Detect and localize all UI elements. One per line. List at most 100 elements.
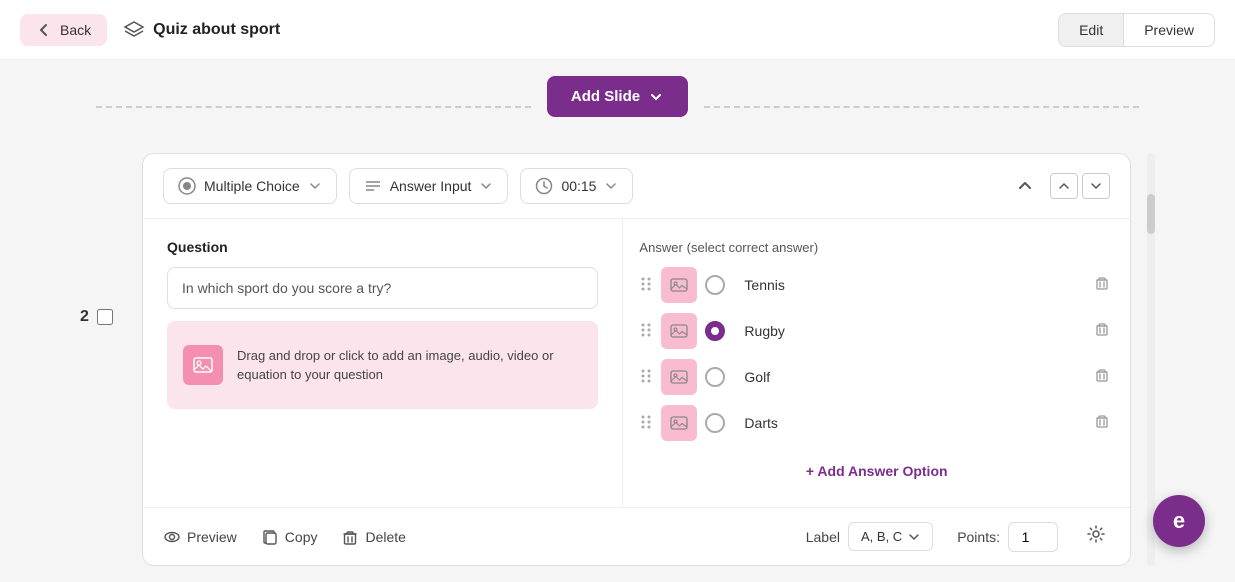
slide-number-area: 2	[80, 153, 130, 326]
slide-footer: Preview Copy Delete	[143, 507, 1130, 565]
type-dropdown[interactable]: Multiple Choice	[163, 168, 337, 204]
label-dropdown[interactable]: A, B, C	[848, 522, 933, 551]
edit-button[interactable]: Edit	[1058, 13, 1124, 47]
media-drop-text: Drag and drop or click to add an image, …	[237, 346, 582, 385]
trash-icon	[1094, 367, 1110, 383]
input-dropdown-label: Answer Input	[390, 178, 472, 194]
answer-option-2: Rugby	[639, 313, 1114, 349]
chevron-down-icon	[908, 531, 920, 543]
fab-label: e	[1173, 508, 1185, 534]
slide-number: 2	[80, 308, 89, 326]
chevron-down-icon	[308, 179, 322, 193]
gear-icon	[1086, 524, 1106, 544]
image-icon	[192, 354, 214, 376]
answer-radio-2[interactable]	[705, 321, 725, 341]
layers-icon	[123, 19, 145, 41]
copy-icon	[261, 528, 279, 546]
add-slide-label: Add Slide	[571, 88, 640, 105]
arrow-down-icon	[1090, 180, 1102, 192]
copy-label: Copy	[285, 529, 318, 545]
question-section-label: Question	[167, 239, 598, 255]
grip-icon	[639, 367, 653, 385]
fab-button[interactable]: e	[1153, 495, 1205, 547]
move-up-button[interactable]	[1050, 173, 1078, 199]
arrow-up-icon	[1058, 180, 1070, 192]
slide-body: Question Drag and drop or click to add a…	[143, 219, 1130, 507]
top-nav: Back Quiz about sport Edit Preview	[0, 0, 1235, 60]
add-slide-button[interactable]: Add Slide	[547, 76, 688, 117]
nav-left: Back Quiz about sport	[20, 14, 280, 46]
media-drop-zone[interactable]: Drag and drop or click to add an image, …	[167, 321, 598, 409]
clock-icon	[535, 177, 553, 195]
nav-right: Edit Preview	[1058, 13, 1215, 47]
answer-option-3: Golf	[639, 359, 1114, 395]
eye-icon	[163, 528, 181, 546]
drag-handle-3[interactable]	[639, 367, 653, 388]
grip-icon	[639, 321, 653, 339]
answer-options-list: Tennis	[639, 267, 1114, 441]
preview-button[interactable]: Preview	[163, 528, 237, 546]
answer-section-label: Answer (select correct answer)	[639, 239, 1114, 255]
delete-answer-1[interactable]	[1090, 271, 1114, 300]
answer-img-btn-4[interactable]	[661, 405, 697, 441]
copy-button[interactable]: Copy	[261, 528, 318, 546]
label-text: Label	[806, 529, 840, 545]
lines-icon	[364, 177, 382, 195]
slide-checkbox[interactable]	[97, 309, 113, 325]
input-dropdown[interactable]: Answer Input	[349, 168, 509, 204]
back-label: Back	[60, 22, 91, 38]
quiz-title-area: Quiz about sport	[123, 19, 280, 41]
answer-section: Answer (select correct answer)	[623, 219, 1130, 507]
points-section: Points:	[957, 522, 1058, 552]
trash-icon	[1094, 321, 1110, 337]
answer-radio-4[interactable]	[705, 413, 725, 433]
drag-handle-2[interactable]	[639, 321, 653, 342]
move-down-button[interactable]	[1082, 173, 1110, 199]
image-small-icon	[670, 414, 688, 432]
answer-option-4: Darts	[639, 405, 1114, 441]
back-button[interactable]: Back	[20, 14, 107, 46]
answer-radio-3[interactable]	[705, 367, 725, 387]
label-value: A, B, C	[861, 529, 902, 544]
answer-text-2: Rugby	[733, 314, 1082, 348]
trash-footer-icon	[341, 528, 359, 546]
answer-text-4: Darts	[733, 406, 1082, 440]
image-small-icon	[670, 368, 688, 386]
delete-button[interactable]: Delete	[341, 528, 405, 546]
answer-img-btn-2[interactable]	[661, 313, 697, 349]
settings-button[interactable]	[1082, 520, 1110, 553]
delete-answer-2[interactable]	[1090, 317, 1114, 346]
question-input[interactable]	[167, 267, 598, 309]
delete-label: Delete	[365, 529, 405, 545]
points-input[interactable]	[1008, 522, 1058, 552]
delete-answer-3[interactable]	[1090, 363, 1114, 392]
type-dropdown-label: Multiple Choice	[204, 178, 300, 194]
main-area: Add Slide 2 Multiple Choice	[0, 60, 1235, 582]
grip-icon	[639, 413, 653, 431]
scrollbar	[1147, 153, 1155, 566]
trash-icon	[1094, 275, 1110, 291]
label-section: Label A, B, C	[806, 522, 933, 551]
points-label: Points:	[957, 529, 1000, 545]
answer-img-btn-1[interactable]	[661, 267, 697, 303]
back-arrow-icon	[36, 22, 52, 38]
add-answer-button[interactable]: + Add Answer Option	[806, 455, 948, 487]
slide-header: Multiple Choice Answer Input	[143, 154, 1130, 219]
collapse-button[interactable]	[1012, 172, 1038, 201]
drag-handle-1[interactable]	[639, 275, 653, 296]
quiz-title: Quiz about sport	[153, 21, 280, 39]
drag-handle-4[interactable]	[639, 413, 653, 434]
answer-text-3: Golf	[733, 360, 1082, 394]
media-icon	[183, 345, 223, 385]
circle-dot-icon	[178, 177, 196, 195]
answer-radio-1[interactable]	[705, 275, 725, 295]
answer-img-btn-3[interactable]	[661, 359, 697, 395]
image-small-icon	[670, 276, 688, 294]
chevron-down-icon	[604, 179, 618, 193]
delete-answer-4[interactable]	[1090, 409, 1114, 438]
timer-dropdown[interactable]: 00:15	[520, 168, 633, 204]
slide-card: Multiple Choice Answer Input	[142, 153, 1131, 566]
preview-top-button[interactable]: Preview	[1124, 13, 1215, 47]
grip-icon	[639, 275, 653, 293]
scrollbar-thumb[interactable]	[1147, 194, 1155, 234]
